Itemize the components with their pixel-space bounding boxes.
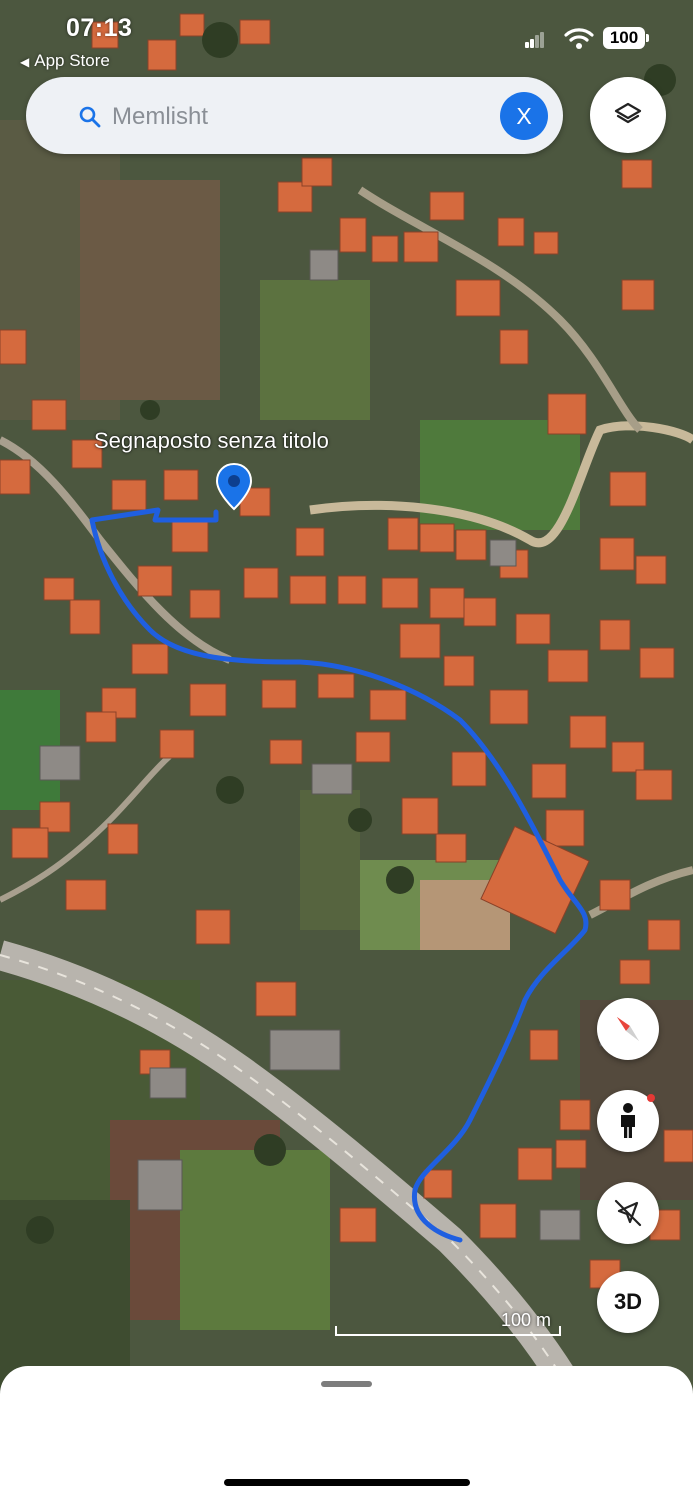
street-view-button[interactable] (597, 1090, 659, 1152)
status-time: 07:13 (66, 14, 133, 42)
clear-search-button[interactable]: X (500, 92, 548, 140)
location-disabled-icon (614, 1199, 642, 1227)
3d-toggle-label: 3D (613, 1289, 643, 1314)
sheet-drag-handle[interactable] (321, 1381, 372, 1387)
battery-indicator: 100 (603, 27, 649, 49)
satellite-imagery (0, 0, 693, 1390)
back-to-app-link[interactable]: ◀ App Store (20, 51, 110, 71)
scale-ruler (335, 1326, 561, 1336)
notification-dot (647, 1094, 655, 1102)
map-pin-icon[interactable] (214, 462, 254, 512)
layers-button[interactable] (590, 77, 666, 153)
layers-icon (614, 102, 642, 124)
search-bar[interactable] (26, 77, 563, 154)
status-bar: 07:13 ◀ App Store 100 (0, 0, 693, 70)
my-location-button[interactable] (597, 1182, 659, 1244)
scale-bar: 100 m (335, 1310, 561, 1338)
back-app-label: App Store (34, 51, 110, 70)
bottom-sheet[interactable] (0, 1366, 693, 1500)
home-indicator (224, 1479, 470, 1486)
search-icon (79, 106, 101, 128)
search-input[interactable] (110, 97, 474, 137)
satellite-map[interactable] (0, 0, 693, 1390)
signal-icon (525, 32, 544, 48)
wifi-icon (564, 28, 594, 49)
compass-button[interactable] (597, 998, 659, 1060)
compass-icon (617, 1017, 639, 1041)
back-arrow-icon: ◀ (20, 55, 30, 69)
pegman-icon (621, 1103, 635, 1138)
3d-toggle-button[interactable]: 3D (597, 1271, 659, 1333)
placemark-label: Segnaposto senza titolo (94, 428, 329, 453)
